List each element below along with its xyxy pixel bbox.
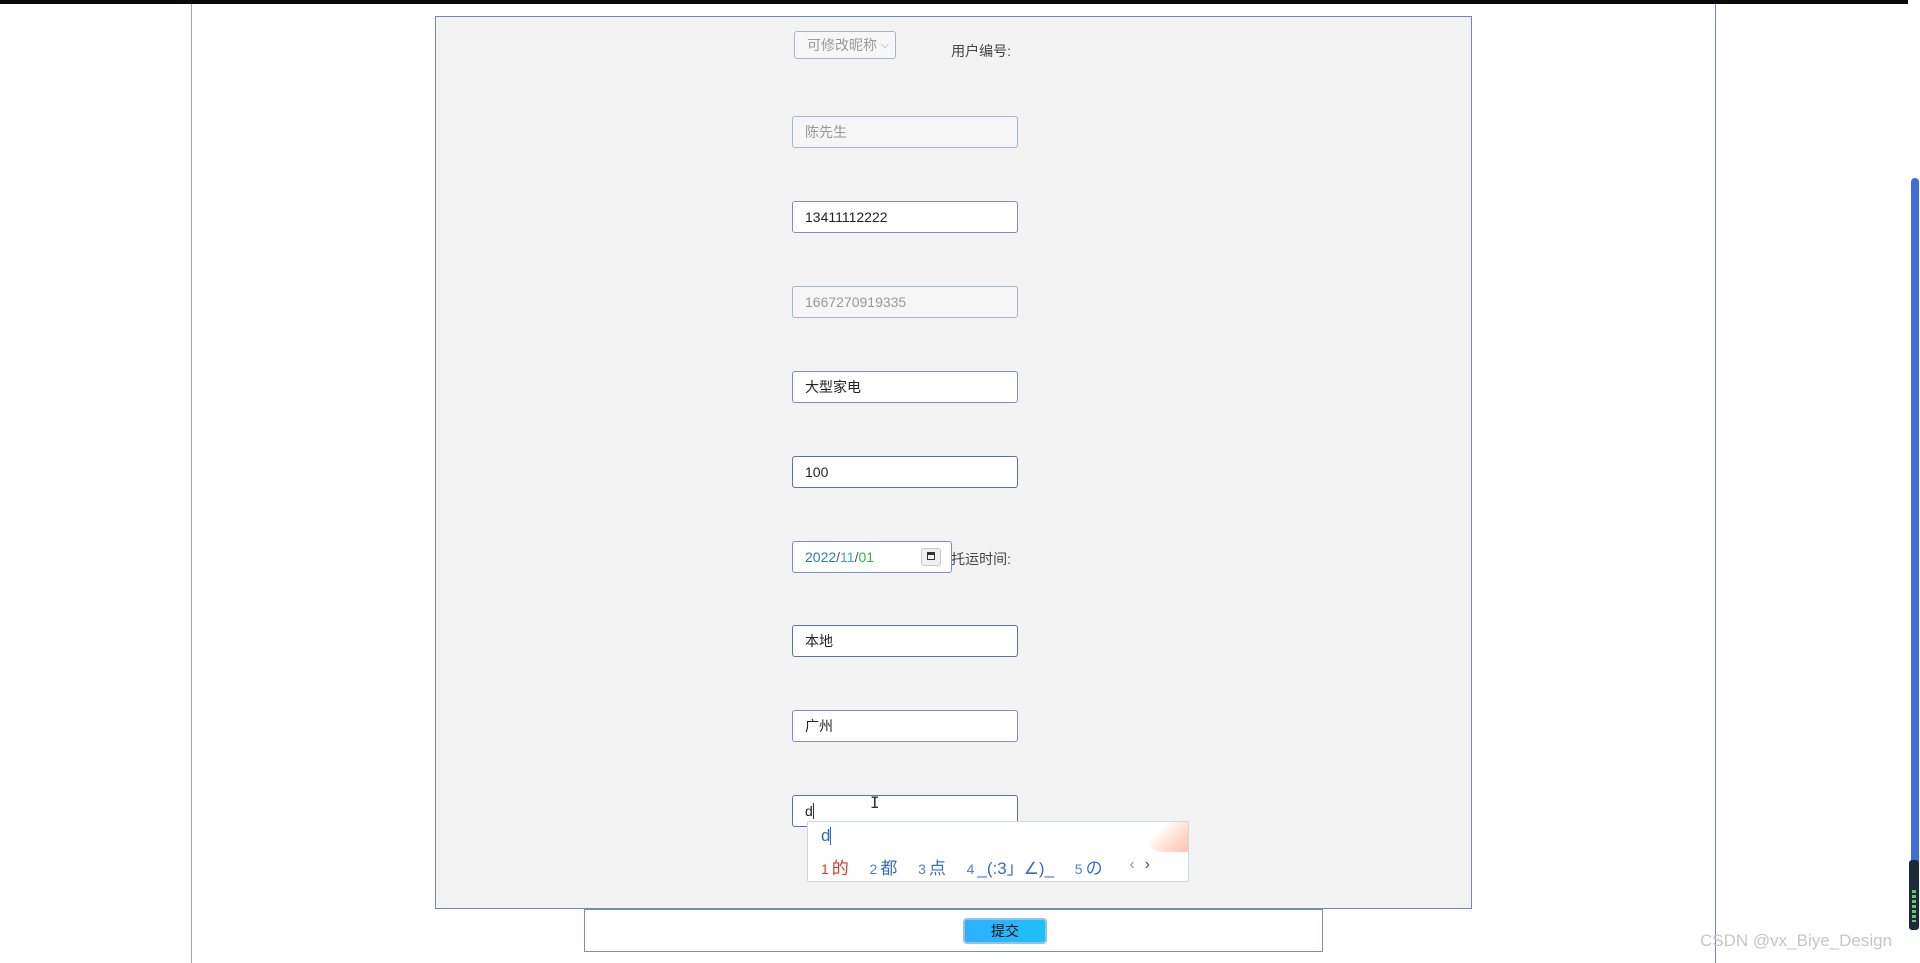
ime-caret [830, 827, 832, 845]
user-id-value: 可修改昵称 [807, 37, 877, 53]
date-month: 11 [840, 549, 855, 565]
ime-page-nav: ‹› [1129, 856, 1160, 874]
calendar-icon[interactable] [921, 548, 941, 566]
text-cursor-icon: I [870, 793, 880, 812]
shipment-form: 用户编号: 可修改昵称 ⌵ 姓名: 陈先生 联系电话: 13411112222 … [435, 16, 1472, 909]
ime-candidate-text: 的 [831, 859, 849, 878]
form-row-pickup: 取货地点: 本地 [436, 625, 1471, 659]
form-row-name: 姓名: 陈先生 [436, 116, 1471, 150]
form-row-phone: 联系电话: 13411112222 [436, 201, 1471, 235]
ime-candidate[interactable]: 2都 [870, 859, 898, 878]
phone-field[interactable]: 13411112222 [792, 201, 1018, 233]
item-name-field[interactable]: 大型家电 [792, 371, 1018, 403]
submit-bar: 提交 [584, 909, 1323, 952]
form-row-waybill: 运单编号: 1667270919335 [436, 286, 1471, 320]
ime-candidate-number: 5 [1074, 861, 1083, 877]
ime-candidate-text: _(:3」∠)_ [977, 859, 1055, 878]
quantity-field[interactable]: 100 [792, 456, 1018, 488]
ime-next-icon[interactable]: › [1145, 856, 1160, 873]
date-day: 01 [858, 549, 875, 565]
pickup-field[interactable]: 本地 [792, 625, 1018, 657]
remark-value: d [805, 803, 813, 819]
destination-field[interactable]: 广州 [792, 710, 1018, 742]
ime-candidate-text: 都 [880, 859, 898, 878]
text-caret [812, 803, 814, 819]
ship-date-field[interactable]: 2022/11/01 [792, 541, 952, 573]
ime-candidate[interactable]: 1的 [821, 859, 849, 878]
date-year: 2022 [805, 549, 837, 565]
form-row-destination: 目的地: 广州 [436, 710, 1471, 744]
watermark: CSDN @vx_Biye_Design [1700, 931, 1893, 950]
ime-composition-text: d [821, 826, 831, 845]
ime-prev-icon[interactable]: ‹ [1129, 856, 1144, 873]
ime-candidates: 1的 2都 3点 4 _(:3」∠)_ 5の [821, 854, 1119, 879]
form-row-item-name: 物品名称: 大型家电 [436, 371, 1471, 405]
ime-candidate[interactable]: 3点 [918, 859, 946, 878]
submit-button[interactable]: 提交 [963, 918, 1047, 944]
ime-candidate-window: d 1的 2都 3点 4 _(:3」∠)_ 5の ‹› [807, 821, 1189, 882]
vertical-scrollbar[interactable] [1908, 0, 1920, 963]
ime-candidate[interactable]: 4 _(:3」∠)_ [967, 859, 1054, 878]
ime-candidate-text: の [1085, 859, 1103, 878]
ime-composition: d [821, 826, 832, 846]
ime-candidate[interactable]: 5の [1075, 859, 1103, 878]
ime-candidate-number: 2 [869, 861, 878, 877]
form-row-ship-date: 托运时间: 2022/11/01 [436, 541, 1471, 575]
waybill-field[interactable]: 1667270919335 [792, 286, 1018, 318]
user-id-select[interactable]: 可修改昵称 ⌵ [794, 31, 896, 59]
ime-candidate-number: 3 [918, 861, 926, 877]
form-row-quantity: 数量: 100 [436, 456, 1471, 490]
ime-candidate-number: 1 [821, 861, 829, 877]
ime-candidate-text: 点 [928, 859, 946, 878]
ime-decoration [1144, 822, 1188, 852]
ime-candidate-number: 4 [966, 861, 975, 877]
name-field[interactable]: 陈先生 [792, 116, 1018, 148]
scrollbar-thumb[interactable] [1911, 178, 1919, 868]
scrollbar-widget-icon [1909, 860, 1919, 930]
chevron-down-icon: ⌵ [880, 39, 889, 51]
form-row-user-id: 用户编号: 可修改昵称 ⌵ [436, 31, 1471, 67]
